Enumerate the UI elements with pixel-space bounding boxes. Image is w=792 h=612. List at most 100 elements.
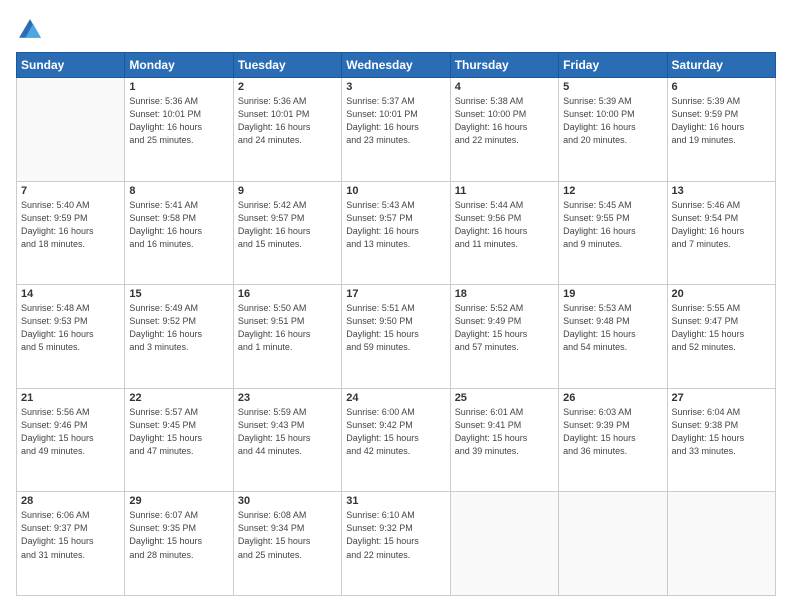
weekday-header: Sunday [17, 53, 125, 78]
calendar-week-row: 7 Sunrise: 5:40 AM Sunset: 9:59 PM Daylig… [17, 181, 776, 285]
calendar-cell: 9 Sunrise: 5:42 AM Sunset: 9:57 PM Daylig… [233, 181, 341, 285]
calendar-cell: 16 Sunrise: 5:50 AM Sunset: 9:51 PM Dayli… [233, 285, 341, 389]
weekday-header: Wednesday [342, 53, 450, 78]
header [16, 16, 776, 44]
calendar-cell: 28 Sunrise: 6:06 AM Sunset: 9:37 PM Dayli… [17, 492, 125, 596]
day-number: 13 [672, 185, 771, 197]
day-number: 15 [129, 288, 228, 300]
day-info: Sunrise: 5:59 AM Sunset: 9:43 PM Dayligh… [238, 406, 337, 458]
calendar-cell: 17Sunrise: 5:51 AM Sunset: 9:50 PM Dayli… [342, 285, 450, 389]
day-info: Sunrise: 6:08 AM Sunset: 9:34 PM Dayligh… [238, 509, 337, 561]
calendar-cell: 7 Sunrise: 5:40 AM Sunset: 9:59 PM Daylig… [17, 181, 125, 285]
day-number: 3 [346, 81, 445, 93]
day-number: 6 [672, 81, 771, 93]
day-number: 1 [129, 81, 228, 93]
calendar-cell: 25 Sunrise: 6:01 AM Sunset: 9:41 PM Dayli… [450, 388, 558, 492]
calendar-cell [450, 492, 558, 596]
day-number: 10 [346, 185, 445, 197]
calendar-cell: 6Sunrise: 5:39 AM Sunset: 9:59 PM Daylig… [667, 78, 775, 182]
day-info: Sunrise: 6:06 AM Sunset: 9:37 PM Dayligh… [21, 509, 120, 561]
day-number: 26 [563, 392, 662, 404]
calendar-week-row: 14Sunrise: 5:48 AM Sunset: 9:53 PM Dayli… [17, 285, 776, 389]
weekday-header: Thursday [450, 53, 558, 78]
calendar-week-row: 21 Sunrise: 5:56 AM Sunset: 9:46 PM Dayli… [17, 388, 776, 492]
day-info: Sunrise: 5:41 AM Sunset: 9:58 PM Dayligh… [129, 199, 228, 251]
day-info: Sunrise: 5:55 AM Sunset: 9:47 PM Dayligh… [672, 302, 771, 354]
day-number: 23 [238, 392, 337, 404]
calendar-body: 1 Sunrise: 5:36 AM Sunset: 10:01 PM Dayli… [17, 78, 776, 596]
day-number: 4 [455, 81, 554, 93]
day-info: Sunrise: 6:01 AM Sunset: 9:41 PM Dayligh… [455, 406, 554, 458]
day-info: Sunrise: 6:04 AM Sunset: 9:38 PM Dayligh… [672, 406, 771, 458]
day-info: Sunrise: 5:37 AM Sunset: 10:01 PM Daylig… [346, 95, 445, 147]
calendar-cell: 19 Sunrise: 5:53 AM Sunset: 9:48 PM Dayli… [559, 285, 667, 389]
day-info: Sunrise: 6:00 AM Sunset: 9:42 PM Dayligh… [346, 406, 445, 458]
calendar-cell: 10Sunrise: 5:43 AM Sunset: 9:57 PM Dayli… [342, 181, 450, 285]
day-info: Sunrise: 5:36 AM Sunset: 10:01 PM Daylig… [129, 95, 228, 147]
day-number: 7 [21, 185, 120, 197]
calendar-cell: 11Sunrise: 5:44 AM Sunset: 9:56 PM Dayli… [450, 181, 558, 285]
day-info: Sunrise: 5:56 AM Sunset: 9:46 PM Dayligh… [21, 406, 120, 458]
calendar-table: SundayMondayTuesdayWednesdayThursdayFrid… [16, 52, 776, 596]
calendar-cell: 22 Sunrise: 5:57 AM Sunset: 9:45 PM Dayli… [125, 388, 233, 492]
day-info: Sunrise: 6:07 AM Sunset: 9:35 PM Dayligh… [129, 509, 228, 561]
day-number: 9 [238, 185, 337, 197]
calendar-cell: 2 Sunrise: 5:36 AM Sunset: 10:01 PM Dayli… [233, 78, 341, 182]
calendar-cell: 5 Sunrise: 5:39 AM Sunset: 10:00 PM Dayli… [559, 78, 667, 182]
weekday-header: Tuesday [233, 53, 341, 78]
logo [16, 16, 48, 44]
calendar-header: SundayMondayTuesdayWednesdayThursdayFrid… [17, 53, 776, 78]
day-info: Sunrise: 5:38 AM Sunset: 10:00 PM Daylig… [455, 95, 554, 147]
calendar-cell [17, 78, 125, 182]
day-info: Sunrise: 5:52 AM Sunset: 9:49 PM Dayligh… [455, 302, 554, 354]
day-number: 19 [563, 288, 662, 300]
calendar-cell [559, 492, 667, 596]
day-info: Sunrise: 5:40 AM Sunset: 9:59 PM Dayligh… [21, 199, 120, 251]
day-number: 27 [672, 392, 771, 404]
calendar-cell: 8 Sunrise: 5:41 AM Sunset: 9:58 PM Daylig… [125, 181, 233, 285]
calendar-cell: 24Sunrise: 6:00 AM Sunset: 9:42 PM Dayli… [342, 388, 450, 492]
day-number: 12 [563, 185, 662, 197]
weekday-header: Saturday [667, 53, 775, 78]
day-number: 5 [563, 81, 662, 93]
calendar-cell: 23 Sunrise: 5:59 AM Sunset: 9:43 PM Dayli… [233, 388, 341, 492]
calendar-cell: 26Sunrise: 6:03 AM Sunset: 9:39 PM Dayli… [559, 388, 667, 492]
day-info: Sunrise: 5:36 AM Sunset: 10:01 PM Daylig… [238, 95, 337, 147]
day-number: 25 [455, 392, 554, 404]
calendar-cell: 14Sunrise: 5:48 AM Sunset: 9:53 PM Dayli… [17, 285, 125, 389]
calendar-cell: 15 Sunrise: 5:49 AM Sunset: 9:52 PM Dayli… [125, 285, 233, 389]
day-number: 21 [21, 392, 120, 404]
day-number: 16 [238, 288, 337, 300]
weekday-header: Friday [559, 53, 667, 78]
day-info: Sunrise: 5:57 AM Sunset: 9:45 PM Dayligh… [129, 406, 228, 458]
day-number: 8 [129, 185, 228, 197]
day-info: Sunrise: 5:49 AM Sunset: 9:52 PM Dayligh… [129, 302, 228, 354]
calendar-week-row: 28 Sunrise: 6:06 AM Sunset: 9:37 PM Dayli… [17, 492, 776, 596]
calendar-page: SundayMondayTuesdayWednesdayThursdayFrid… [0, 0, 792, 612]
calendar-cell: 3 Sunrise: 5:37 AM Sunset: 10:01 PM Dayli… [342, 78, 450, 182]
calendar-cell: 31Sunrise: 6:10 AM Sunset: 9:32 PM Dayli… [342, 492, 450, 596]
day-info: Sunrise: 5:44 AM Sunset: 9:56 PM Dayligh… [455, 199, 554, 251]
calendar-week-row: 1 Sunrise: 5:36 AM Sunset: 10:01 PM Dayli… [17, 78, 776, 182]
day-info: Sunrise: 5:39 AM Sunset: 10:00 PM Daylig… [563, 95, 662, 147]
day-info: Sunrise: 5:50 AM Sunset: 9:51 PM Dayligh… [238, 302, 337, 354]
day-number: 20 [672, 288, 771, 300]
calendar-cell: 29 Sunrise: 6:07 AM Sunset: 9:35 PM Dayli… [125, 492, 233, 596]
day-number: 22 [129, 392, 228, 404]
day-info: Sunrise: 5:45 AM Sunset: 9:55 PM Dayligh… [563, 199, 662, 251]
day-info: Sunrise: 5:53 AM Sunset: 9:48 PM Dayligh… [563, 302, 662, 354]
calendar-cell: 12 Sunrise: 5:45 AM Sunset: 9:55 PM Dayli… [559, 181, 667, 285]
day-info: Sunrise: 5:46 AM Sunset: 9:54 PM Dayligh… [672, 199, 771, 251]
calendar-cell: 20 Sunrise: 5:55 AM Sunset: 9:47 PM Dayli… [667, 285, 775, 389]
day-number: 28 [21, 495, 120, 507]
day-number: 2 [238, 81, 337, 93]
calendar-cell: 1 Sunrise: 5:36 AM Sunset: 10:01 PM Dayli… [125, 78, 233, 182]
day-number: 30 [238, 495, 337, 507]
calendar-cell: 30 Sunrise: 6:08 AM Sunset: 9:34 PM Dayli… [233, 492, 341, 596]
day-number: 29 [129, 495, 228, 507]
day-number: 17 [346, 288, 445, 300]
calendar-cell: 18Sunrise: 5:52 AM Sunset: 9:49 PM Dayli… [450, 285, 558, 389]
day-number: 14 [21, 288, 120, 300]
day-info: Sunrise: 5:42 AM Sunset: 9:57 PM Dayligh… [238, 199, 337, 251]
calendar-cell: 21 Sunrise: 5:56 AM Sunset: 9:46 PM Dayli… [17, 388, 125, 492]
